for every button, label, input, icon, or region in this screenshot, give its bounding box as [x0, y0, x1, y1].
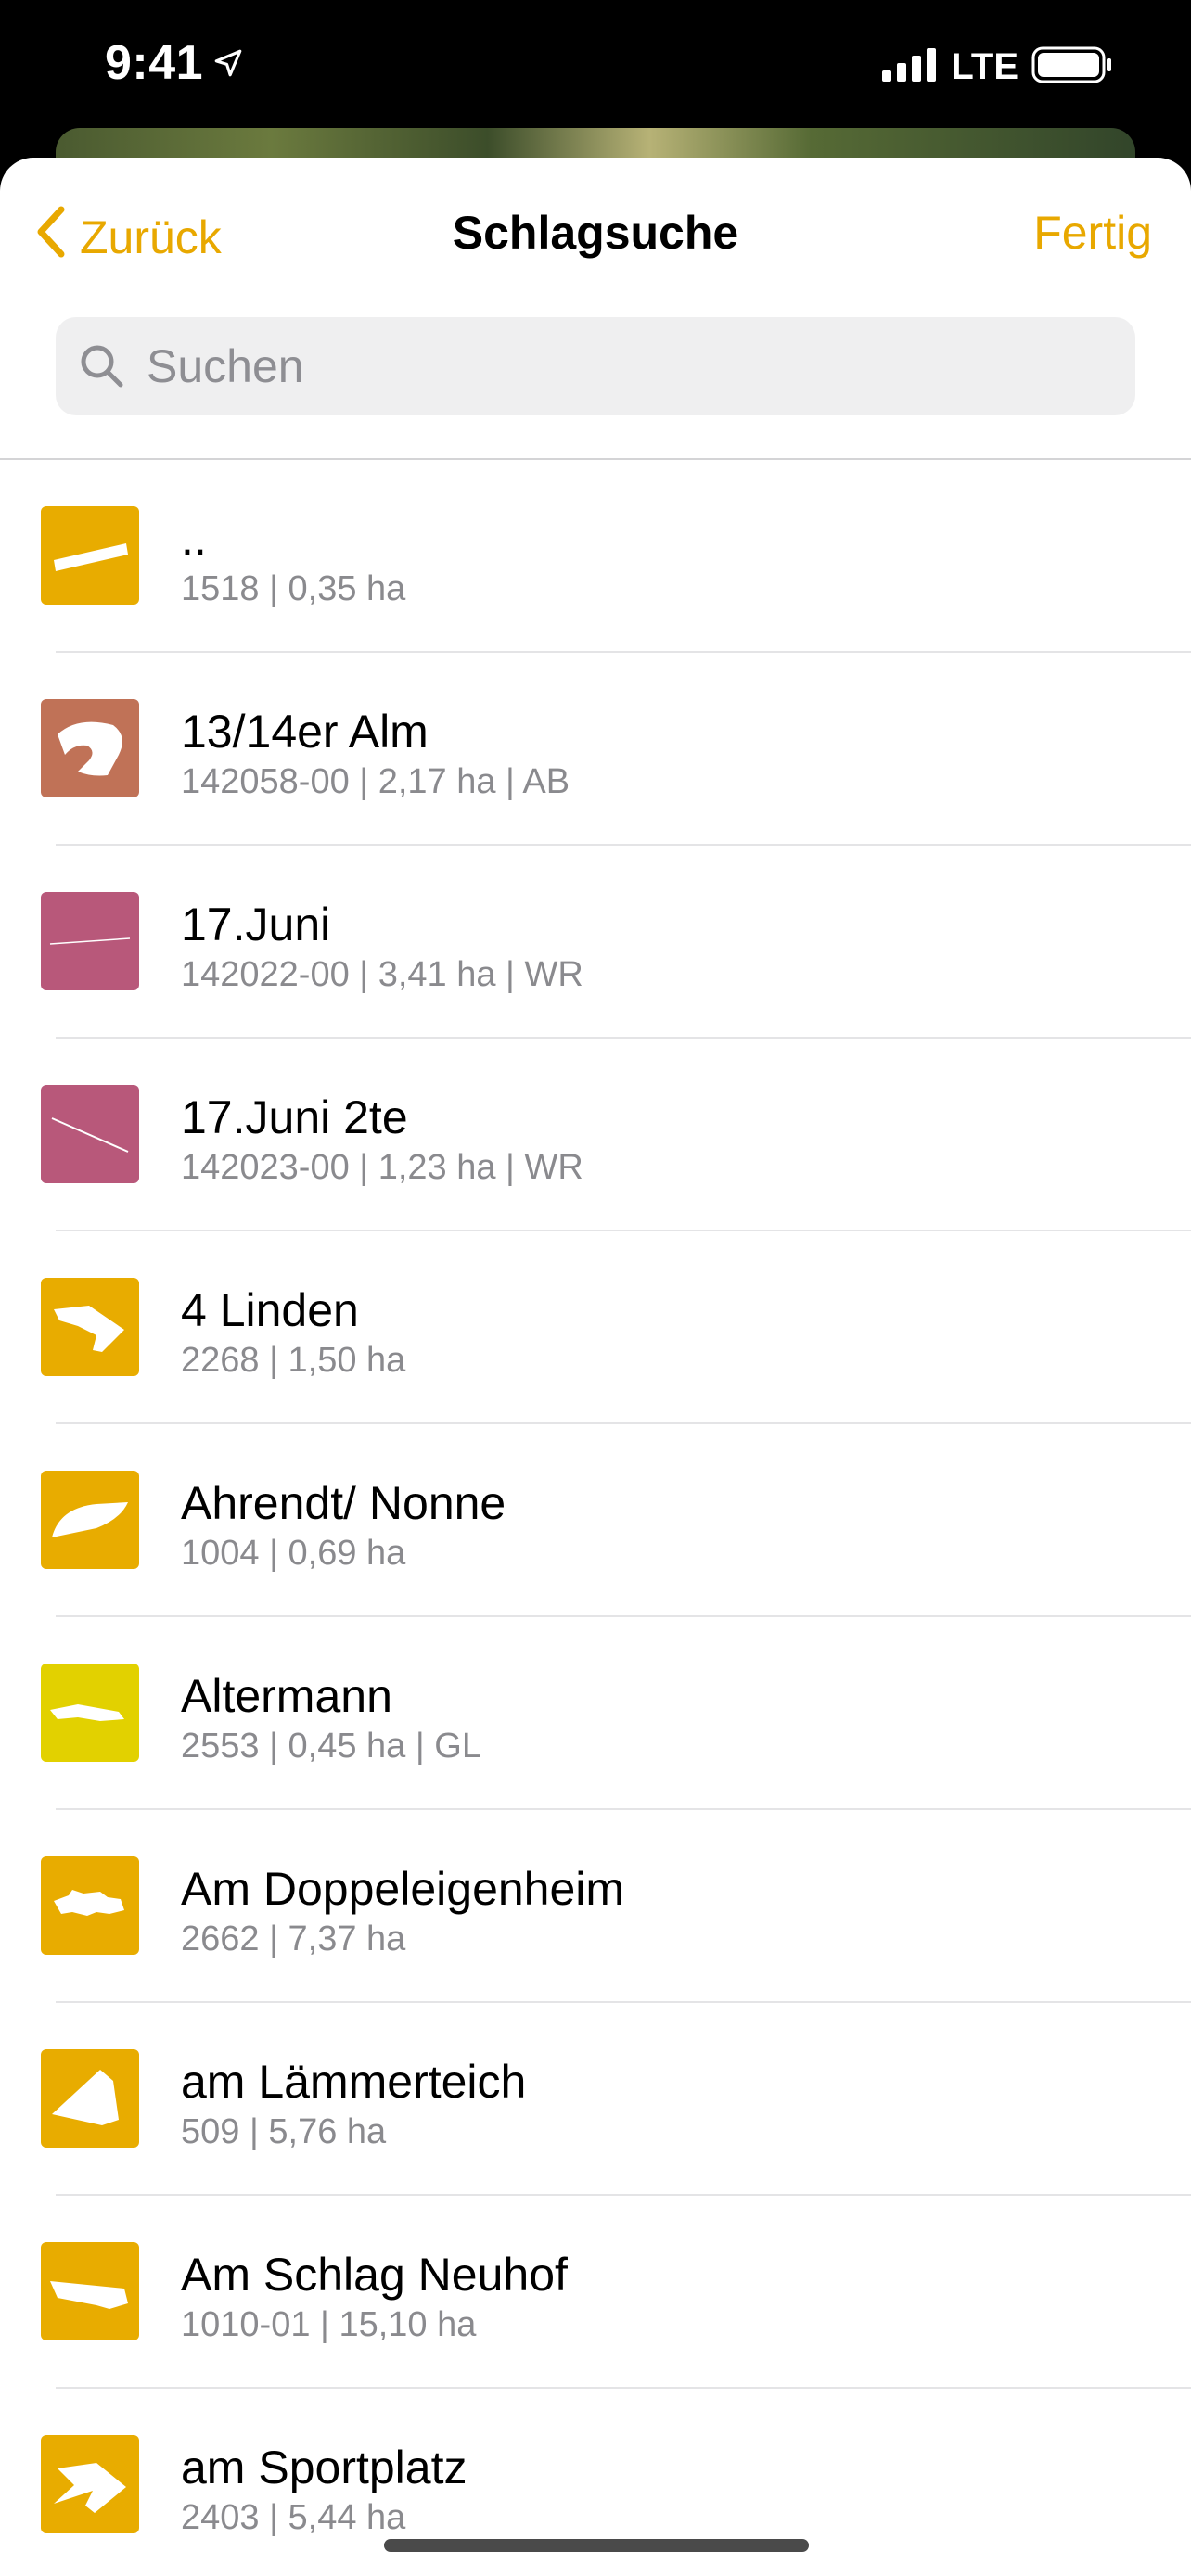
location-arrow-icon: [212, 35, 244, 91]
list-item-subtitle: 1010-01 | 15,10 ha: [181, 2305, 477, 2344]
search-sheet: Zurück Schlagsuche Fertig .. 1518 | 0,35 …: [0, 158, 1191, 2576]
list-item-title: am Lämmerteich: [181, 2056, 527, 2108]
search-bar[interactable]: [56, 317, 1135, 415]
field-shape-triangle-icon: [41, 2049, 139, 2148]
list-item-subtitle: 1518 | 0,35 ha: [181, 569, 406, 608]
status-indicators: LTE: [882, 46, 1113, 88]
network-type: LTE: [951, 46, 1018, 87]
list-item-subtitle: 142023-00 | 1,23 ha | WR: [181, 1148, 583, 1187]
signal-bars-icon: [882, 48, 938, 86]
list-item-title: Altermann: [181, 1670, 392, 1722]
clock: 9:41: [105, 36, 204, 90]
search-input[interactable]: [145, 338, 1076, 394]
done-button[interactable]: Fertig: [1033, 206, 1152, 260]
status-bar: 9:41 LTE: [0, 0, 1191, 139]
list-item[interactable]: 4 Linden 2268 | 1,50 ha: [0, 1231, 1191, 1424]
list-item[interactable]: Am Doppeleigenheim 2662 | 7,37 ha: [0, 1810, 1191, 2003]
list-item-subtitle: 142058-00 | 2,17 ha | AB: [181, 762, 570, 801]
list-item-subtitle: 2662 | 7,37 ha: [181, 1919, 406, 1958]
list-item[interactable]: 13/14er Alm 142058-00 | 2,17 ha | AB: [0, 653, 1191, 846]
field-shape-hook-icon: [41, 699, 139, 797]
list-item[interactable]: 17.Juni 2te 142023-00 | 1,23 ha | WR: [0, 1039, 1191, 1231]
status-time: 9:41: [105, 35, 244, 91]
battery-icon: [1031, 46, 1113, 88]
list-item[interactable]: 17.Juni 142022-00 | 3,41 ha | WR: [0, 846, 1191, 1039]
list-item-subtitle: 1004 | 0,69 ha: [181, 1534, 406, 1573]
list-item-subtitle: 142022-00 | 3,41 ha | WR: [181, 955, 583, 994]
list-item[interactable]: Am Schlag Neuhof 1010-01 | 15,10 ha: [0, 2196, 1191, 2389]
list-item-subtitle: 2553 | 0,45 ha | GL: [181, 1727, 481, 1766]
list-item-subtitle: 509 | 5,76 ha: [181, 2112, 387, 2151]
list-item-subtitle: 2403 | 5,44 ha: [181, 2498, 406, 2537]
field-shape-wedge-icon: [41, 1471, 139, 1569]
list-item-subtitle: 2268 | 1,50 ha: [181, 1341, 406, 1380]
list-item-title: 13/14er Alm: [181, 706, 429, 758]
list-item-title: am Sportplatz: [181, 2442, 467, 2493]
list-item-title: 17.Juni 2te: [181, 1091, 408, 1143]
list-item-title: 4 Linden: [181, 1284, 359, 1336]
field-shape-strip-icon: [41, 1664, 139, 1762]
list-item[interactable]: .. 1518 | 0,35 ha: [0, 460, 1191, 653]
list-item[interactable]: am Lämmerteich 509 | 5,76 ha: [0, 2003, 1191, 2196]
page-title: Schlagsuche: [452, 207, 739, 259]
field-shape-blocks-icon: [41, 1856, 139, 1955]
home-indicator[interactable]: [384, 2539, 809, 2552]
field-shape-sliver-icon: [41, 506, 139, 605]
search-icon: [78, 342, 126, 390]
field-shape-kite-icon: [41, 2435, 139, 2533]
field-shape-band-icon: [41, 2242, 139, 2340]
field-shape-diagonal-icon: [41, 1085, 139, 1183]
list-item-title: Ahrendt/ Nonne: [181, 1477, 506, 1529]
list-item[interactable]: Altermann 2553 | 0,45 ha | GL: [0, 1617, 1191, 1810]
navigation-bar: Zurück Schlagsuche Fertig: [0, 158, 1191, 315]
field-shape-arrow-icon: [41, 1278, 139, 1376]
list-item-title: 17.Juni: [181, 899, 331, 950]
list-item-title: Am Doppeleigenheim: [181, 1863, 625, 1915]
list-item-title: ..: [181, 513, 207, 565]
field-shape-line-icon: [41, 892, 139, 990]
list-item[interactable]: Ahrendt/ Nonne 1004 | 0,69 ha: [0, 1424, 1191, 1617]
list-item-title: Am Schlag Neuhof: [181, 2249, 568, 2301]
field-list: .. 1518 | 0,35 ha 13/14er Alm 142058-00 | 2…: [0, 460, 1191, 2576]
